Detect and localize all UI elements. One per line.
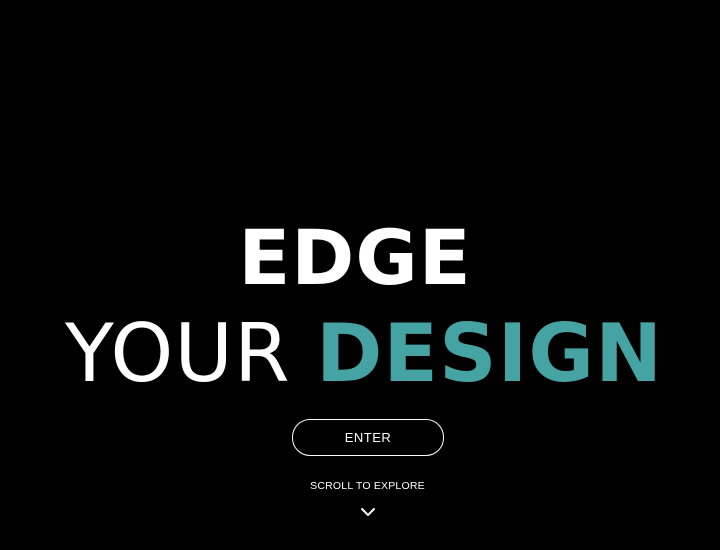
- headline-your: YOUR: [64, 307, 291, 400]
- scroll-to-explore-label: SCROLL TO EXPLORE: [310, 480, 425, 492]
- enter-button[interactable]: ENTER: [292, 419, 444, 456]
- headline-edge: EDGE: [238, 213, 472, 302]
- hero-section: EDGE YOUR DESIGN ENTER SCROLL TO EXPLORE: [0, 0, 720, 550]
- headline-design: DESIGN: [315, 307, 664, 400]
- headline-line-2: YOUR DESIGN: [4, 304, 720, 404]
- chevron-down-icon[interactable]: [360, 505, 376, 519]
